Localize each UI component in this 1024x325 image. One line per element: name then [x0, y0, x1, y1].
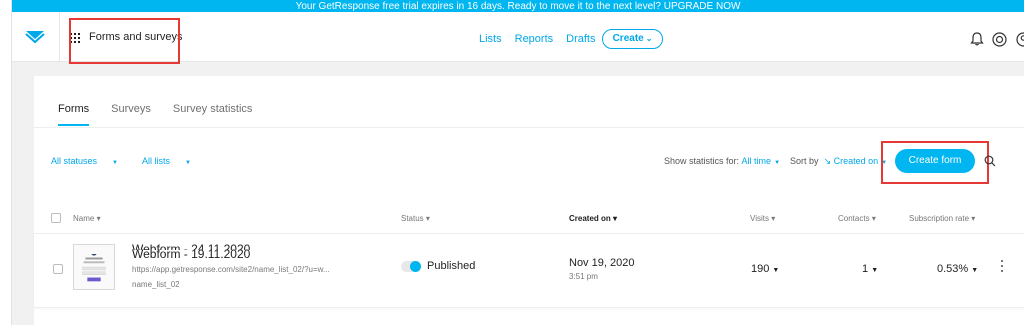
filter-bar: All statuses ▼ All lists ▼ — [51, 156, 215, 166]
left-gutter — [0, 0, 12, 325]
col-created[interactable]: Created on ▾ — [569, 214, 617, 223]
col-created-label: Created on — [569, 214, 611, 223]
col-visits-label: Visits — [750, 214, 769, 223]
form-url[interactable]: https://app.getresponse.com/site2/name_l… — [132, 265, 330, 274]
rate-value[interactable]: 0.53% ▼ — [937, 263, 978, 275]
main-nav: Lists Reports Drafts — [479, 33, 609, 45]
nav-divider — [59, 12, 60, 62]
col-contacts-label: Contacts — [838, 214, 870, 223]
form-list-name: name_list_02 — [132, 280, 180, 289]
stats-period-select[interactable]: All time ▼ — [742, 156, 780, 167]
sort-select[interactable]: ↘ Created on ▼ — [824, 156, 888, 167]
created-time: 3:51 pm — [569, 272, 598, 281]
sort-caret-icon: ▾ — [425, 214, 430, 223]
caret-down-icon: ▼ — [112, 160, 118, 166]
create-button[interactable]: Create ⌄ — [602, 29, 663, 49]
row-checkbox[interactable] — [53, 264, 63, 274]
sort-caret-icon: ▾ — [871, 214, 876, 223]
visits-value[interactable]: 190 ▼ — [751, 263, 779, 275]
caret-down-icon: ▼ — [772, 267, 780, 274]
nav-reports[interactable]: Reports — [515, 33, 554, 45]
nav-drafts[interactable]: Drafts — [566, 33, 595, 45]
col-rate[interactable]: Subscription rate ▾ — [909, 214, 975, 223]
more-options-icon[interactable] — [1001, 260, 1004, 272]
highlight-box-title — [69, 18, 180, 64]
col-rate-label: Subscription rate — [909, 214, 970, 223]
stats-label: Show statistics for: — [664, 156, 740, 166]
create-button-label: Create — [612, 33, 644, 44]
sort-caret-icon: ▾ — [96, 214, 101, 223]
lists-filter[interactable]: All lists ▼ — [142, 156, 203, 166]
contacts-value[interactable]: 1 ▼ — [862, 263, 878, 275]
bell-icon[interactable] — [970, 32, 984, 46]
sort-value-label: Created on — [833, 156, 879, 166]
user-icon[interactable] — [1016, 32, 1024, 47]
rate-number: 0.53% — [937, 263, 969, 275]
col-name-label: Name — [73, 214, 95, 223]
nav-lists[interactable]: Lists — [479, 33, 502, 45]
sort-caret-icon: ▾ — [771, 214, 776, 223]
forms-card: Forms Surveys Survey statistics All stat… — [34, 76, 1024, 325]
status-filter-label: All statuses — [51, 156, 98, 166]
sort-caret-icon: ▾ — [613, 214, 618, 223]
created-date: Nov 19, 2020 — [569, 257, 635, 269]
tab-survey-statistics[interactable]: Survey statistics — [173, 103, 252, 121]
sort-label: Sort by — [790, 156, 819, 166]
col-contacts[interactable]: Contacts ▾ — [838, 214, 876, 223]
sort-caret-icon: ▾ — [971, 214, 976, 223]
lists-filter-label: All lists — [141, 156, 170, 166]
caret-down-icon: ▼ — [971, 267, 979, 274]
select-all-checkbox[interactable] — [51, 213, 61, 223]
contacts-number: 1 — [862, 263, 869, 275]
caret-down-icon: ▼ — [185, 160, 191, 166]
stats-period-label: All time — [741, 156, 772, 166]
stats-controls: Show statistics for: All time ▼ Sort by ↘… — [664, 156, 887, 167]
caret-down-icon: ▼ — [774, 160, 781, 166]
publish-toggle[interactable] — [401, 261, 421, 272]
tab-divider — [34, 127, 1024, 128]
col-visits[interactable]: Visits ▾ — [750, 214, 775, 223]
tab-forms[interactable]: Forms — [58, 103, 90, 126]
col-name[interactable]: Name ▾ — [73, 214, 101, 223]
highlight-box-create — [881, 141, 989, 184]
col-status[interactable]: Status ▾ — [401, 214, 430, 223]
toggle-knob — [410, 261, 421, 272]
form-title[interactable]: Webform - 24.11.2020 — [132, 242, 250, 250]
tab-bar: Forms Surveys Survey statistics — [58, 103, 274, 126]
tab-surveys[interactable]: Surveys — [111, 103, 151, 121]
logo-icon[interactable] — [25, 30, 45, 44]
form-thumbnail[interactable] — [73, 244, 115, 254]
chevron-down-icon: ⌄ — [645, 34, 653, 43]
sort-direction-icon: ↘ — [823, 156, 832, 166]
status-filter[interactable]: All statuses ▼ — [51, 156, 130, 166]
caret-down-icon: ▼ — [871, 267, 879, 274]
col-status-label: Status — [401, 214, 424, 223]
visits-number: 190 — [751, 263, 770, 275]
search-icon[interactable] — [984, 155, 996, 167]
help-icon[interactable] — [992, 32, 1007, 47]
banner-text[interactable]: Your GetResponse free trial expires in 1… — [296, 1, 741, 12]
status-text: Published — [427, 260, 476, 272]
